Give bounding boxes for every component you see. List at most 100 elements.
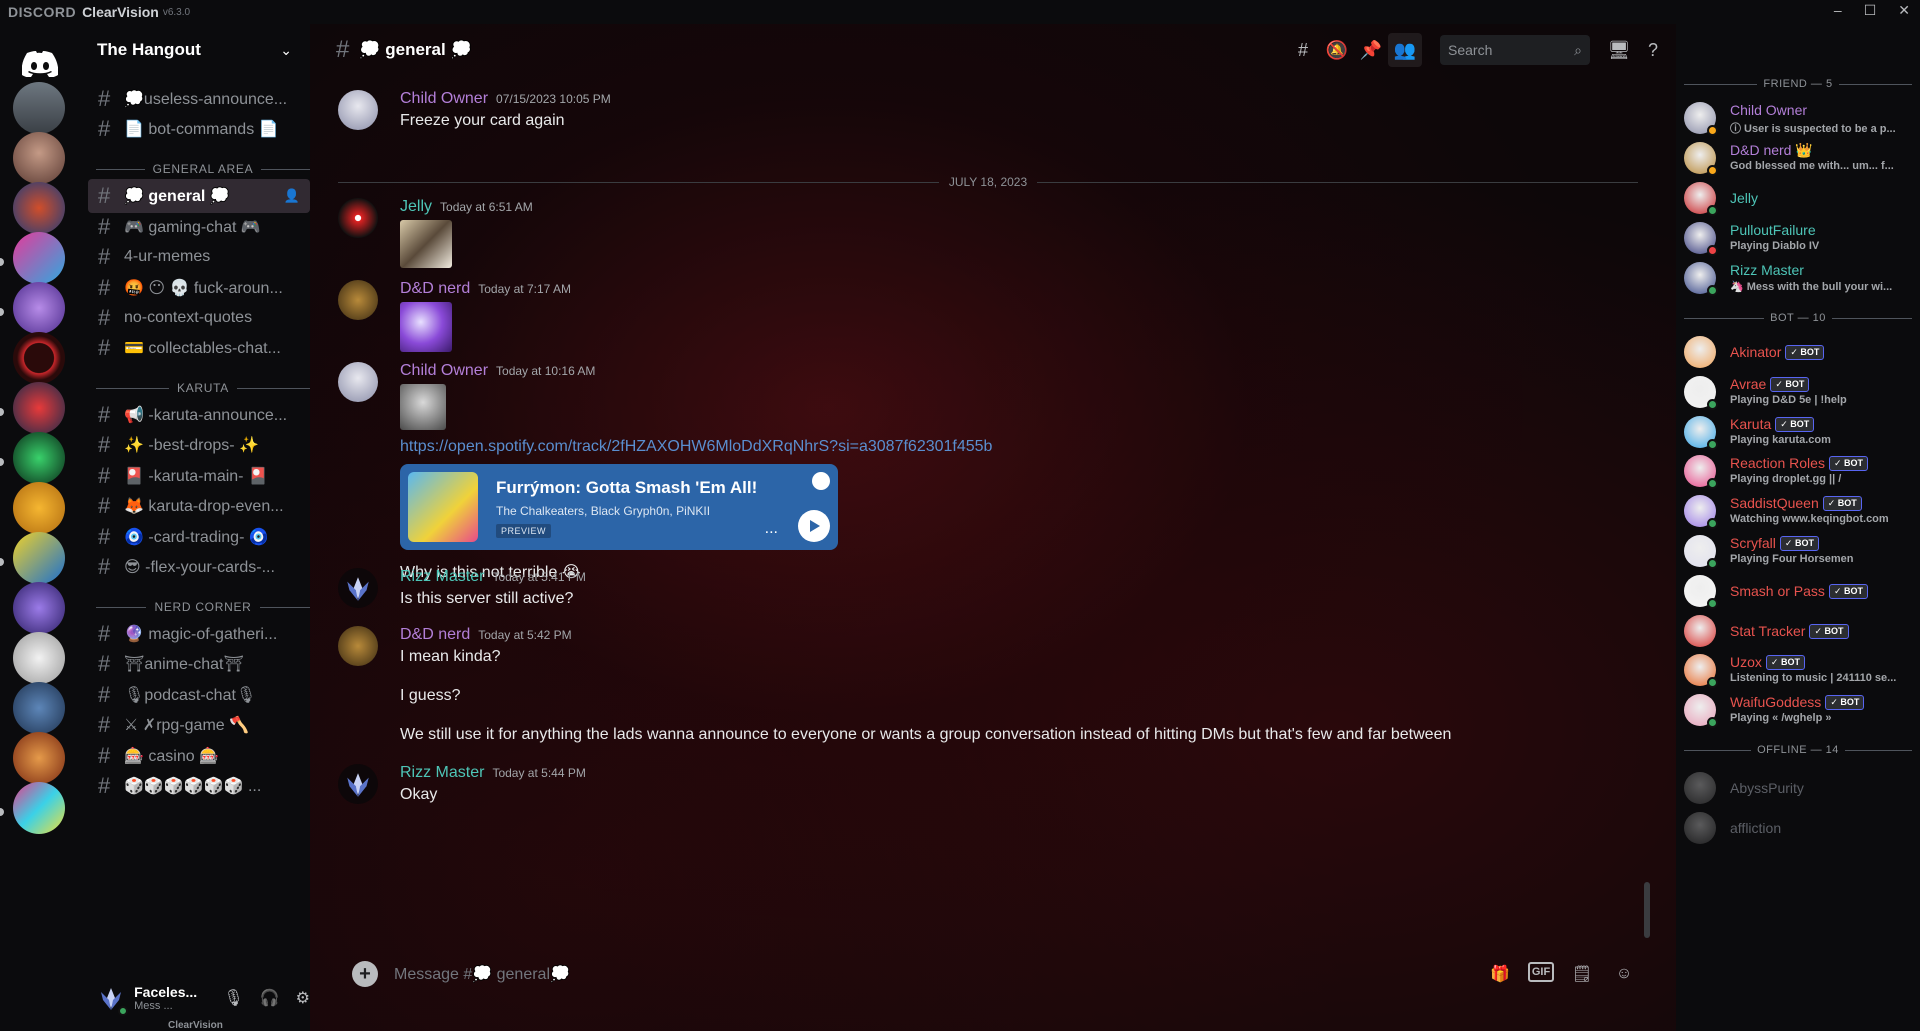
- channel-item[interactable]: # ⚔ ✗rpg-game 🪓: [88, 708, 310, 742]
- inbox-icon[interactable]: 🖥: [1602, 33, 1636, 67]
- author-avatar[interactable]: [338, 280, 378, 320]
- gift-icon[interactable]: 🎁: [1486, 962, 1514, 986]
- member-item[interactable]: Jelly: [1684, 178, 1914, 218]
- channel-item[interactable]: #4-ur-memes: [88, 240, 310, 274]
- channel-item[interactable]: # ✨ -best-drops- ✨: [88, 428, 310, 462]
- channel-category[interactable]: GENERAL AREA: [96, 159, 310, 179]
- server-icon[interactable]: [13, 682, 65, 734]
- guild-header[interactable]: The Hangout ⌄: [80, 24, 310, 76]
- server-icon[interactable]: [13, 282, 65, 334]
- search-box[interactable]: Search ⌕: [1440, 35, 1590, 65]
- channel-item[interactable]: # 🔮 magic-of-gatheri...: [88, 617, 310, 651]
- play-button[interactable]: [798, 510, 830, 542]
- author-avatar[interactable]: [338, 626, 378, 666]
- image-attachment[interactable]: [400, 220, 452, 268]
- gif-button[interactable]: GIF: [1528, 962, 1554, 982]
- message[interactable]: D&D nerd Today at 5:42 PM I mean kinda? …: [338, 626, 1638, 746]
- server-icon[interactable]: [13, 232, 65, 284]
- threads-icon[interactable]: #: [1286, 33, 1320, 67]
- settings-gear-icon[interactable]: ⚙: [296, 988, 310, 1008]
- user-avatar[interactable]: [96, 982, 129, 1016]
- chevron-down-icon[interactable]: ⌄: [280, 42, 292, 59]
- channel-item[interactable]: # 🎰 casino 🎰: [88, 739, 310, 773]
- image-attachment[interactable]: [400, 302, 452, 352]
- message[interactable]: Child Owner 07/15/2023 10:05 PM Freeze y…: [338, 90, 1638, 134]
- server-icon[interactable]: [13, 132, 65, 184]
- author-name[interactable]: D&D nerd: [400, 280, 470, 298]
- member-item[interactable]: SaddistQueen ✓ BOT Watching www.keqingbot.…: [1684, 491, 1914, 531]
- server-icon[interactable]: [13, 182, 65, 234]
- channel-category[interactable]: KARUTA: [96, 378, 311, 398]
- member-item[interactable]: Rizz Master 🦄 Mess with the bull your wi.…: [1684, 258, 1914, 298]
- scrollbar-thumb[interactable]: [1644, 882, 1650, 938]
- message[interactable]: D&D nerd Today at 7:17 AM: [338, 280, 1638, 352]
- server-icon[interactable]: [13, 582, 65, 634]
- member-item[interactable]: Karuta ✓ BOT Playing karuta.com: [1684, 412, 1914, 452]
- channel-item[interactable]: # 📄 bot-commands 📄: [88, 112, 310, 146]
- message-input[interactable]: Message #💭 general💭: [394, 964, 570, 984]
- server-icon[interactable]: [13, 332, 65, 384]
- server-icon[interactable]: [13, 632, 65, 684]
- member-item[interactable]: Akinator ✓ BOT: [1684, 332, 1914, 372]
- spotify-icon[interactable]: [812, 472, 830, 490]
- search-input[interactable]: Search: [1448, 42, 1492, 58]
- invite-icon[interactable]: 👤: [284, 188, 300, 204]
- server-icon[interactable]: [13, 482, 65, 534]
- message[interactable]: Jelly Today at 6:51 AM: [338, 198, 1638, 268]
- channel-item[interactable]: # 🎙podcast-chat🎙: [88, 678, 310, 712]
- maximize-icon[interactable]: ☐: [1864, 2, 1877, 19]
- server-icon[interactable]: [13, 432, 65, 484]
- author-avatar[interactable]: [338, 362, 378, 402]
- message[interactable]: Rizz Master Today at 5:41 PM Is this ser…: [338, 568, 1638, 612]
- more-options-icon[interactable]: ...: [765, 520, 778, 538]
- member-item[interactable]: Smash or Pass ✓ BOT: [1684, 571, 1914, 611]
- add-attachment-icon[interactable]: +: [352, 961, 378, 987]
- channel-item[interactable]: # no-context-quotes: [88, 301, 310, 335]
- headphones-icon[interactable]: 🎧: [260, 988, 280, 1008]
- channel-item[interactable]: # 😎 -flex-your-cards-...: [88, 550, 310, 584]
- channel-category[interactable]: NERD CORNER: [96, 597, 311, 617]
- channel-item[interactable]: # 💭useless-announce...: [88, 82, 310, 116]
- author-name[interactable]: D&D nerd: [400, 626, 470, 644]
- author-name[interactable]: Child Owner: [400, 362, 488, 380]
- member-item[interactable]: PulloutFailure Playing Diablo IV: [1684, 218, 1914, 258]
- author-avatar[interactable]: [338, 764, 378, 804]
- server-icon[interactable]: [13, 82, 65, 134]
- member-item[interactable]: affliction: [1684, 808, 1914, 848]
- channel-item[interactable]: # 💳 collectables-chat...: [88, 331, 310, 365]
- member-item[interactable]: D&D nerd 👑 God blessed me with... um... f…: [1684, 138, 1914, 178]
- author-avatar[interactable]: [338, 198, 378, 238]
- channel-item[interactable]: # 📢 -karuta-announce...: [88, 398, 310, 432]
- pin-icon[interactable]: 📌: [1354, 33, 1388, 67]
- spotify-link[interactable]: https://open.spotify.com/track/2fHZAXOHW…: [400, 438, 992, 456]
- member-item[interactable]: Reaction Roles ✓ BOT Playing droplet.gg ||…: [1684, 451, 1914, 491]
- author-avatar[interactable]: [338, 568, 378, 608]
- channel-item[interactable]: # 🧿 -card-trading- 🧿: [88, 520, 310, 554]
- album-art[interactable]: [408, 472, 478, 542]
- user-names[interactable]: Faceles... Mess ...: [134, 984, 209, 1012]
- channel-item[interactable]: # 🎲🎲🎲🎲🎲🎲 ...: [88, 769, 310, 803]
- message[interactable]: Child Owner Today at 10:16 AM https://op…: [338, 362, 1638, 581]
- message-composer[interactable]: + Message #💭 general💭 🎁 GIF 🗒 ☺: [338, 952, 1654, 996]
- message[interactable]: Rizz Master Today at 5:44 PM Okay: [338, 764, 1638, 808]
- emoji-icon[interactable]: ☺: [1610, 962, 1638, 986]
- author-name[interactable]: Child Owner: [400, 90, 488, 108]
- channel-item[interactable]: # 🎮 gaming-chat 🎮: [88, 210, 310, 244]
- channel-item[interactable]: # ⛩anime-chat⛩: [88, 647, 310, 681]
- author-avatar[interactable]: [338, 90, 378, 130]
- microphone-icon[interactable]: 🎙: [223, 988, 243, 1008]
- author-name[interactable]: Rizz Master: [400, 568, 484, 586]
- member-item[interactable]: Child Owner ⓘ User is suspected to be a p…: [1684, 98, 1914, 138]
- minimize-icon[interactable]: –: [1834, 2, 1842, 19]
- channel-item[interactable]: # 💭 general 💭 👤: [88, 179, 310, 213]
- sticker-icon[interactable]: 🗒: [1568, 962, 1596, 986]
- member-item[interactable]: Uzox ✓ BOT Listening to music | 241110 se.…: [1684, 650, 1914, 690]
- channel-item[interactable]: # 🦊 karuta-drop-even...: [88, 489, 310, 523]
- notification-bell-muted-icon[interactable]: 🔕: [1320, 33, 1354, 67]
- image-attachment[interactable]: [400, 384, 446, 430]
- channel-item[interactable]: # 🤬 😶 💀 fuck-aroun...: [88, 271, 310, 305]
- close-icon[interactable]: ✕: [1898, 2, 1910, 19]
- server-icon[interactable]: [13, 532, 65, 584]
- author-name[interactable]: Jelly: [400, 198, 432, 216]
- member-item[interactable]: Avrae ✓ BOT Playing D&D 5e | !help: [1684, 372, 1914, 412]
